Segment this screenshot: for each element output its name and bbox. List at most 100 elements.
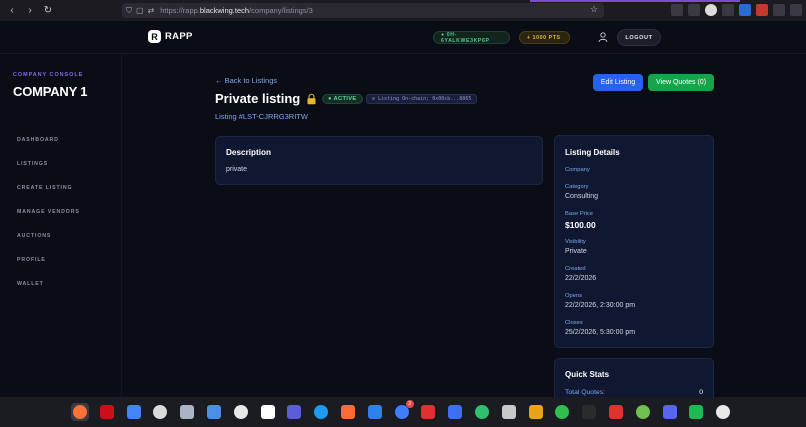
back-to-listings-link[interactable]: ← Back to Listings [215,76,277,85]
download-icon[interactable] [688,4,700,16]
notion-icon[interactable] [259,403,277,421]
dock-icon-glyph [501,405,516,419]
app-store-icon[interactable]: 3 [393,400,414,421]
sidebar-item-profile[interactable]: PROFILE [17,257,46,263]
description-text: private [226,166,248,173]
onchain-badge[interactable]: ⊘ Listing On-chain: 0x00cb...8865 [366,94,478,104]
firefox-icon[interactable] [71,403,89,421]
sync-icon[interactable] [473,403,491,421]
closes-value: 25/2/2026, 5:30:00 pm [565,329,636,336]
dock-icon-glyph [555,405,570,419]
terminal-icon[interactable] [580,403,598,421]
permissions-icon: ⇄ [147,6,155,15]
chromium-icon[interactable] [125,403,143,421]
extension-icon[interactable] [722,4,734,16]
app-logo[interactable]: R RAPP [148,30,193,43]
image-viewer-icon[interactable] [634,403,652,421]
dock-icon-glyph [716,405,731,419]
dock-icon-glyph [260,405,275,419]
logo-mark: R [148,30,161,43]
sidebar-item-create-listing[interactable]: CREATE LISTING [17,185,72,191]
document-icon[interactable] [205,403,223,421]
sidebar-item-wallet[interactable]: WALLET [17,281,44,287]
visibility-value: Private [565,248,587,255]
dock-icon-glyph [314,405,329,419]
logout-button[interactable]: LOGOUT [617,29,661,46]
view-quotes-button[interactable]: View Quotes (0) [648,74,714,91]
dock-icon-glyph [126,405,141,419]
a-icon[interactable] [446,403,464,421]
extension-blue-icon[interactable] [739,4,751,16]
edit-listing-button[interactable]: Edit Listing [593,74,643,91]
vscode-icon[interactable] [366,403,384,421]
forward-arrow-icon[interactable]: › [24,5,36,16]
spotify-icon[interactable] [687,403,705,421]
notification-badge: 3 [405,400,414,408]
sidebar-item-listings[interactable]: LISTINGS [17,161,48,167]
dock-icon-glyph [207,405,221,419]
screenshot-icon[interactable] [178,403,196,421]
points-badge: + 1000 PTS [519,31,570,44]
total-quotes-value: 0 [699,389,703,396]
opera-icon[interactable] [98,403,116,421]
browser-toolbar: ‹ › ↻ ⛉ ▢ ⇄ https://rapp.blackwing.tech/… [0,0,806,21]
dock-icon-glyph [73,405,87,419]
created-label: Created [565,266,586,272]
editor-icon[interactable] [232,403,250,421]
closes-label: Closes [565,320,583,326]
pocket-icon[interactable] [671,4,683,16]
dock-icon-glyph [233,405,248,419]
toggle-icon[interactable] [607,403,625,421]
mongodb-icon[interactable] [527,403,545,421]
dock-icon-glyph [367,405,382,419]
logo-text: RAPP [165,31,193,42]
dock-icon-glyph [609,405,623,419]
trash-icon[interactable] [714,403,732,421]
description-card: Description private [215,136,543,185]
menu-icon[interactable] [790,4,802,16]
lock-icon [307,93,316,105]
taskbar-dock: 3 [0,397,806,427]
box-icon[interactable] [500,403,518,421]
files-icon[interactable] [151,403,169,421]
extensions-puzzle-icon[interactable] [773,4,785,16]
dock-icon-glyph [99,405,114,419]
dock-icon-glyph [528,405,543,419]
docker-icon[interactable] [312,403,330,421]
sidebar-item-auctions[interactable]: AUCTIONS [17,233,51,239]
dock-icon-glyph [582,405,597,419]
wallet-address-badge[interactable]: ● 0H-6YALKWE3KP6P [433,31,510,44]
back-arrow-icon[interactable]: ‹ [6,5,18,16]
total-quotes-label: Total Quotes: [565,389,606,396]
sidebar-item-dashboard[interactable]: DASHBOARD [17,137,59,143]
user-icon[interactable] [598,32,608,43]
bookmark-star-icon[interactable]: ☆ [590,4,598,15]
opens-label: Opens [565,293,583,299]
jetbrains-icon[interactable] [419,403,437,421]
notes-icon[interactable] [285,403,303,421]
sidebar-item-manage-vendors[interactable]: MANAGE VENDORS [17,209,80,215]
dock-icon-glyph [287,405,302,419]
category-value: Consulting [565,193,599,200]
leaf-icon[interactable] [553,403,571,421]
status-badge: ● ACTIVE [322,94,363,104]
visibility-label: Visibility [565,239,586,245]
dock-icon-glyph [662,405,677,419]
discord-icon[interactable] [661,403,679,421]
postman-icon[interactable] [339,403,357,421]
screen: ‹ › ↻ ⛉ ▢ ⇄ https://rapp.blackwing.tech/… [0,0,806,427]
dock-icon-glyph [153,405,168,419]
listing-id: Listing #LST-CJRRG3RITW [215,112,308,121]
dock-icon-glyph [341,405,355,419]
url-text: https://rapp.blackwing.tech/company/list… [160,6,313,15]
console-label: COMPANY CONSOLE [13,72,84,78]
company-name: COMPANY 1 [13,84,88,99]
reload-icon[interactable]: ↻ [42,5,54,16]
quick-stats-heading: Quick Stats [565,370,610,379]
address-bar[interactable]: ⛉ ▢ ⇄ https://rapp.blackwing.tech/compan… [122,3,604,18]
extension-red-icon[interactable] [756,4,768,16]
dock-icon-glyph [475,405,489,419]
account-icon[interactable] [705,4,717,16]
description-heading: Description [226,148,272,157]
listing-details-card: Listing Details Company Category Consult… [554,135,714,348]
